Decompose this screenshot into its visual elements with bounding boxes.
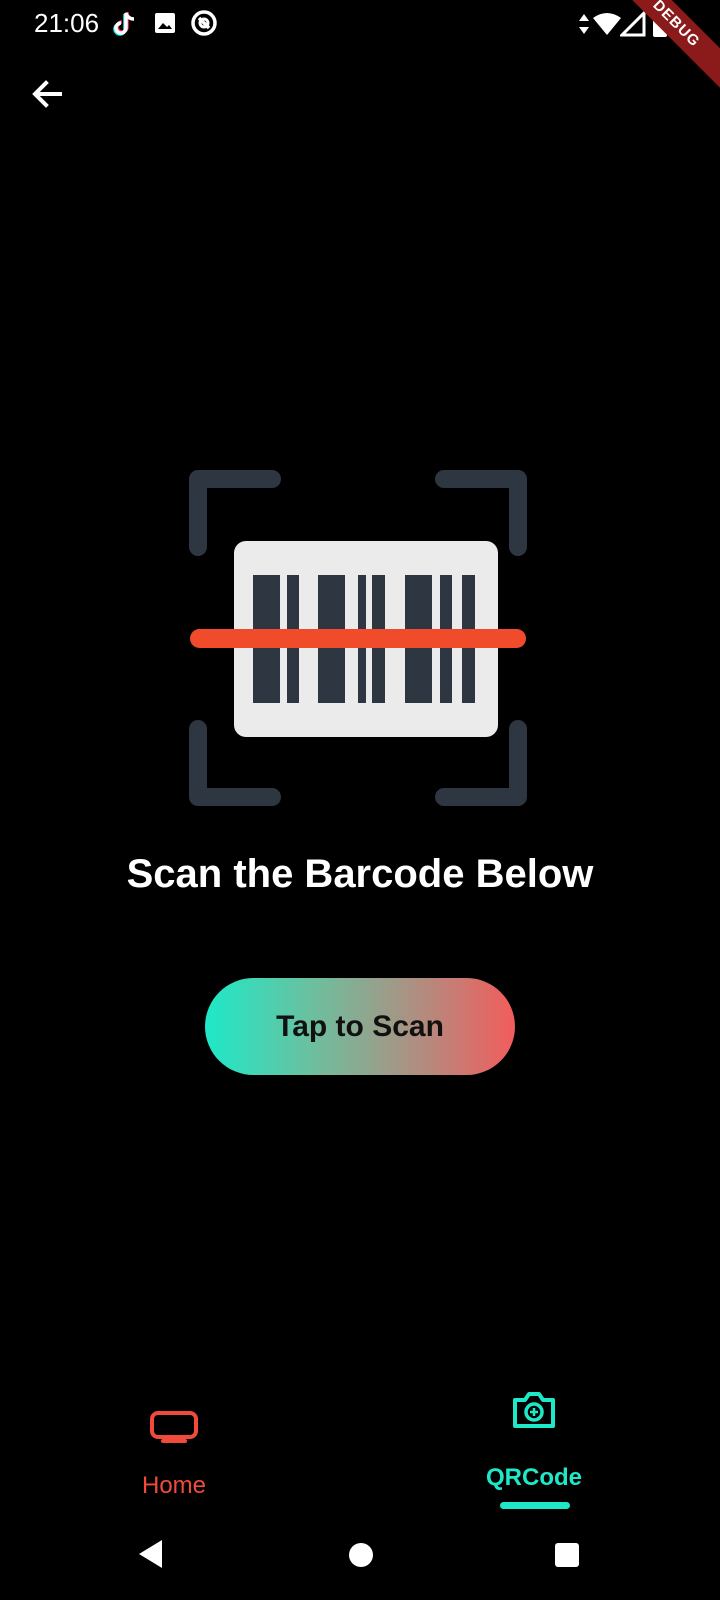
scan-button-label: Tap to Scan: [276, 1009, 444, 1043]
data-arrows-icon: [579, 14, 589, 34]
nav-item-home[interactable]: Home: [54, 1390, 294, 1520]
nav-item-qrcode[interactable]: QRCode: [414, 1390, 654, 1520]
tap-to-scan-button[interactable]: Tap to Scan: [205, 978, 515, 1075]
camera-icon: [513, 1392, 555, 1428]
image-icon: [155, 13, 175, 33]
arrow-left-icon: [32, 80, 62, 108]
nav-label-qrcode: QRCode: [486, 1464, 582, 1491]
back-button[interactable]: [26, 72, 70, 116]
tiktok-icon: [113, 12, 135, 36]
wifi-icon: [593, 13, 621, 35]
nav-label-home: Home: [141, 1472, 207, 1499]
system-nav-bar: [0, 1520, 720, 1600]
tv-icon: [150, 1411, 198, 1443]
status-time: 21:06: [34, 8, 100, 38]
bottom-nav: Home QRCode: [0, 1390, 720, 1520]
vpn-icon: [191, 10, 217, 36]
scan-line: [190, 629, 526, 648]
barcode-scan-icon: [189, 470, 527, 806]
back-triangle-icon[interactable]: [136, 1538, 166, 1570]
status-bar: 21:06: [0, 0, 720, 48]
recents-square-icon[interactable]: [554, 1542, 580, 1568]
home-circle-icon[interactable]: [348, 1542, 374, 1568]
signal-icon: [620, 11, 646, 37]
page-title: Scan the Barcode Below: [126, 852, 594, 896]
active-tab-indicator: [500, 1502, 570, 1509]
